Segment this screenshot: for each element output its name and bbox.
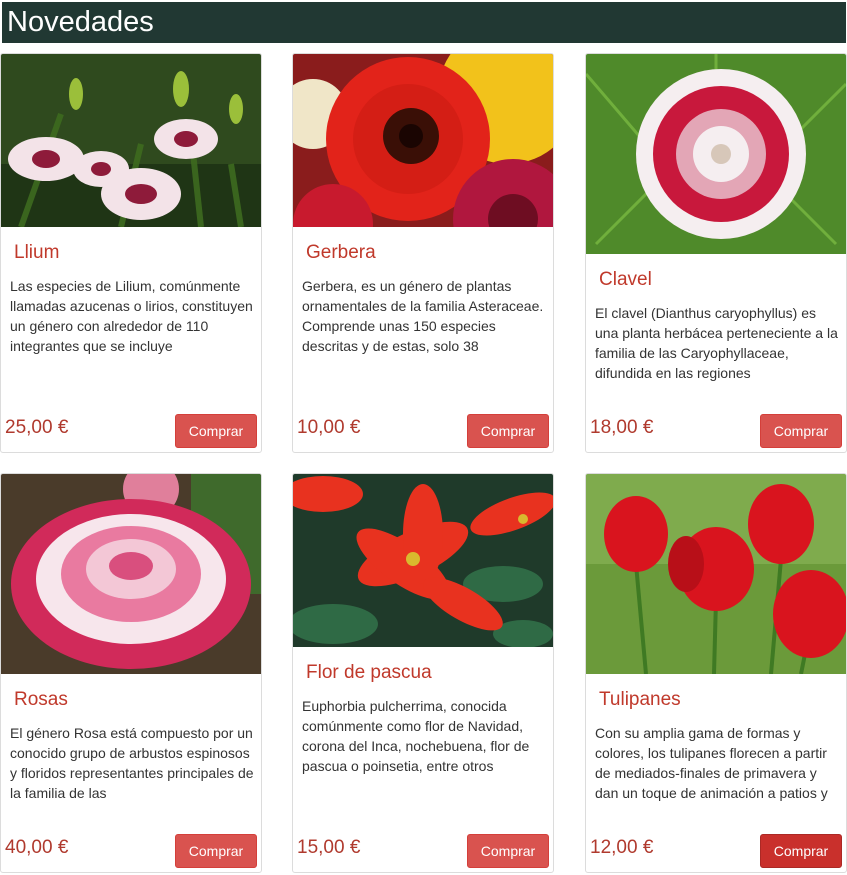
product-description: Euphorbia pulcherrima, conocida comúnmen… — [302, 698, 530, 774]
buy-button[interactable]: Comprar — [175, 834, 257, 868]
product-title: Rosas — [14, 689, 68, 710]
product-price: 25,00 € — [5, 417, 69, 438]
gerbera-flower-photo[interactable] — [293, 54, 553, 227]
lilium-flower-photo[interactable] — [1, 54, 261, 227]
product-card: Llium Las especies de Lilium, comúnmente… — [0, 53, 262, 453]
product-description: El género Rosa está compuesto por un con… — [10, 725, 254, 801]
product-card: Flor de pascua Euphorbia pulcherrima, co… — [292, 473, 554, 873]
product-description: El clavel (Dianthus caryophyllus) es una… — [595, 305, 838, 381]
product-title: Gerbera — [306, 242, 376, 263]
buy-button[interactable]: Comprar — [760, 414, 842, 448]
product-title: Flor de pascua — [306, 662, 432, 683]
product-card: Clavel El clavel (Dianthus caryophyllus)… — [585, 53, 847, 453]
tulip-flower-photo[interactable] — [586, 474, 846, 674]
product-price: 15,00 € — [297, 837, 361, 858]
carnation-flower-photo[interactable] — [586, 54, 846, 254]
product-description: Gerbera, es un género de plantas ornamen… — [302, 278, 544, 354]
product-card: Tulipanes Con su amplia gama de formas y… — [585, 473, 847, 873]
product-price: 10,00 € — [297, 417, 361, 438]
product-price: 40,00 € — [5, 837, 69, 858]
product-price: 12,00 € — [590, 837, 654, 858]
buy-button[interactable]: Comprar — [760, 834, 842, 868]
product-title: Tulipanes — [599, 689, 681, 710]
product-card: Rosas El género Rosa está compuesto por … — [0, 473, 262, 873]
buy-button[interactable]: Comprar — [467, 414, 549, 448]
product-description: Las especies de Lilium, comúnmente llama… — [10, 278, 253, 354]
rose-flower-photo[interactable] — [1, 474, 261, 674]
product-price: 18,00 € — [590, 417, 654, 438]
poinsettia-flower-photo[interactable] — [293, 474, 553, 647]
product-description: Con su amplia gama de formas y colores, … — [595, 725, 828, 801]
product-title: Llium — [14, 242, 60, 263]
product-title: Clavel — [599, 269, 652, 290]
buy-button[interactable]: Comprar — [467, 834, 549, 868]
product-card: Gerbera Gerbera, es un género de plantas… — [292, 53, 554, 453]
buy-button[interactable]: Comprar — [175, 414, 257, 448]
page-header: Novedades — [2, 2, 846, 43]
page-title: Novedades — [7, 6, 154, 38]
